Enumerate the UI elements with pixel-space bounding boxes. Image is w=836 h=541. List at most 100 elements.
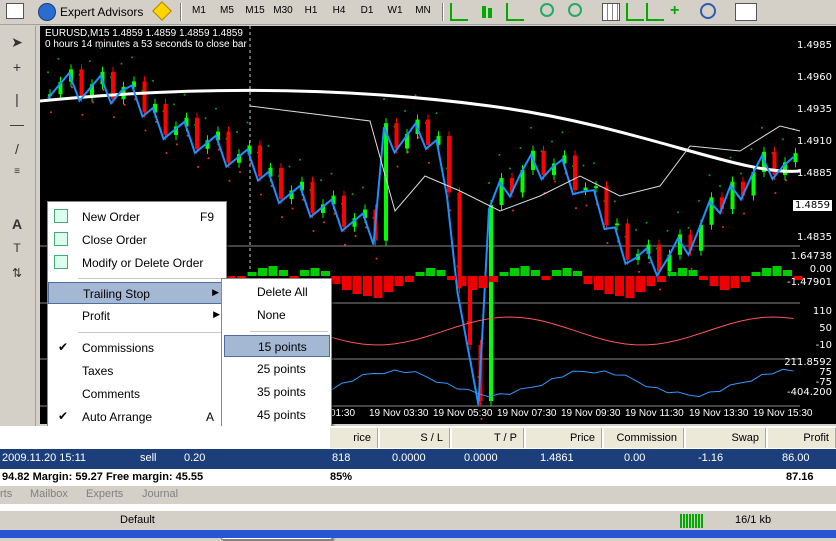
cloud-dot <box>687 226 690 229</box>
terminal-tab-experts[interactable]: Experts <box>86 488 123 500</box>
text-icon[interactable]: A <box>8 216 26 234</box>
trailing-option-delete-all[interactable]: Delete All <box>224 281 330 303</box>
candle-body <box>489 204 493 402</box>
cloud-dot <box>351 193 354 196</box>
cloud-dot <box>207 157 210 160</box>
window-icon[interactable] <box>6 3 24 19</box>
price-axis-label: 1.4885 <box>797 168 832 179</box>
column-header[interactable]: Commission <box>604 428 684 448</box>
menu-item-trailing-stop[interactable]: Trailing Stop ▶ <box>48 282 226 304</box>
menu-item-profit[interactable]: Profit ▶ <box>48 305 226 327</box>
vertical-line-icon[interactable]: | <box>8 91 26 109</box>
candle-body <box>163 103 168 136</box>
text-label-icon[interactable]: T <box>8 241 26 259</box>
arrows-icon[interactable]: ⇅ <box>8 266 26 284</box>
timeframe-mn[interactable]: MN <box>410 5 436 25</box>
column-header[interactable]: Swap <box>686 428 766 448</box>
trailing-option-15-points[interactable]: 15 points <box>224 335 330 357</box>
cloud-dot <box>635 228 637 231</box>
chart-shift-icon[interactable] <box>646 3 664 21</box>
macd-bar <box>279 270 288 276</box>
candle-body <box>594 186 598 189</box>
column-header[interactable]: S / L <box>380 428 450 448</box>
menu-item-close-order[interactable]: Close Order <box>48 229 226 251</box>
timeframe-w1[interactable]: W1 <box>382 5 408 25</box>
trailing-option-25-points[interactable]: 25 points <box>224 358 330 380</box>
candle-body <box>615 223 619 226</box>
crosshair-icon[interactable]: + <box>8 59 26 77</box>
column-header[interactable]: Profit <box>768 428 836 448</box>
menu-item-comments[interactable]: Comments <box>48 383 226 405</box>
macd-bar <box>394 276 404 286</box>
timeframe-m30[interactable]: M30 <box>270 5 296 25</box>
zoom-in-icon[interactable] <box>540 3 554 17</box>
macd-bar <box>415 272 425 276</box>
column-header[interactable]: Price <box>526 428 602 448</box>
cloud-dot <box>551 140 553 143</box>
bar-chart-icon[interactable] <box>450 3 468 21</box>
time-axis-label: 01:30 <box>330 408 356 419</box>
trailing-option-label: Delete All <box>257 285 308 299</box>
total-profit: 87.16 <box>786 471 814 483</box>
toolbar: Expert Advisors M1 M5 M15 M30 H1 H4 D1 W1 MN + <box>0 0 836 25</box>
column-header[interactable]: rice <box>330 428 378 448</box>
grid-icon[interactable] <box>602 3 620 21</box>
balance-text: 94.82 Margin: 59.27 Free margin: 45.55 <box>2 471 204 483</box>
menu-separator <box>250 331 328 332</box>
timeframe-d1[interactable]: D1 <box>354 5 380 25</box>
column-header[interactable]: T / P <box>452 428 524 448</box>
trendline-icon[interactable]: / <box>8 141 26 159</box>
timeframe-h1[interactable]: H1 <box>298 5 324 25</box>
menu-item-commissions[interactable]: ✔ Commissions <box>48 337 226 359</box>
trailing-option-label: 15 points <box>258 340 307 354</box>
trailing-option-35-points[interactable]: 35 points <box>224 381 330 403</box>
menu-item-new-order[interactable]: New Order F9 <box>48 206 226 228</box>
candlestick-icon[interactable] <box>478 3 496 21</box>
period-icon[interactable] <box>700 3 716 19</box>
cloud-dot <box>260 193 262 196</box>
templates-icon[interactable] <box>735 3 757 21</box>
menu-item-auto-arrange[interactable]: ✔ Auto Arrange A <box>48 406 226 428</box>
trailing-option-none[interactable]: None <box>224 304 330 326</box>
timeframe-m15[interactable]: M15 <box>242 5 268 25</box>
cloud-dot <box>498 153 501 156</box>
macd-bar <box>583 276 593 284</box>
terminal-tab-mailbox[interactable]: Mailbox <box>30 488 68 500</box>
menu-item-label: New Order <box>82 210 141 224</box>
menu-separator <box>78 332 223 333</box>
order-profit: 86.00 <box>782 452 810 464</box>
order-price: 1.4861 <box>540 452 574 464</box>
auto-scroll-icon[interactable] <box>626 3 644 21</box>
fibonacci-icon[interactable]: ≡ <box>8 166 26 184</box>
cursor-icon[interactable]: ➤ <box>8 34 26 52</box>
price-axis-label: 1.4859 <box>793 200 832 211</box>
macd-bar <box>468 276 477 290</box>
terminal-tab-rts[interactable]: rts <box>0 488 12 500</box>
zoom-out-icon[interactable] <box>568 3 582 17</box>
line-chart-icon[interactable] <box>506 3 524 21</box>
timeframe-h4[interactable]: H4 <box>326 5 352 25</box>
horizontal-line-icon[interactable]: — <box>8 116 26 134</box>
price-axis-label: 1.4985 <box>797 40 832 51</box>
candle-body <box>625 223 630 260</box>
cloud-dot <box>554 180 556 183</box>
menu-item-taxes[interactable]: Taxes <box>48 360 226 382</box>
cloud-dot <box>722 226 724 229</box>
terminal-tab-journal[interactable]: Journal <box>142 488 178 500</box>
order-size: 0.20 <box>184 452 206 464</box>
candle-body <box>258 145 262 177</box>
menu-item-modify-or-delete-order[interactable]: Modify or Delete Order <box>48 252 226 274</box>
candle-body <box>142 81 147 113</box>
time-axis-label: 19 Nov 11:30 <box>625 408 684 419</box>
trailing-option-45-points[interactable]: 45 points <box>224 404 330 426</box>
expert-advisors-button[interactable]: Expert Advisors <box>38 2 171 22</box>
timeframe-m5[interactable]: M5 <box>214 5 240 25</box>
macd-bar <box>489 276 498 282</box>
order-row[interactable]: 2009.11.20 15:11 sell 0.20 818 0.0000 0.… <box>0 449 836 469</box>
time-axis-label: 19 Nov 09:30 <box>561 408 621 419</box>
timeframe-m1[interactable]: M1 <box>186 5 212 25</box>
indicators-icon[interactable]: + <box>670 3 688 21</box>
cloud-dot <box>743 212 745 215</box>
cloud-dot <box>659 288 661 291</box>
macd-bar <box>247 272 257 276</box>
